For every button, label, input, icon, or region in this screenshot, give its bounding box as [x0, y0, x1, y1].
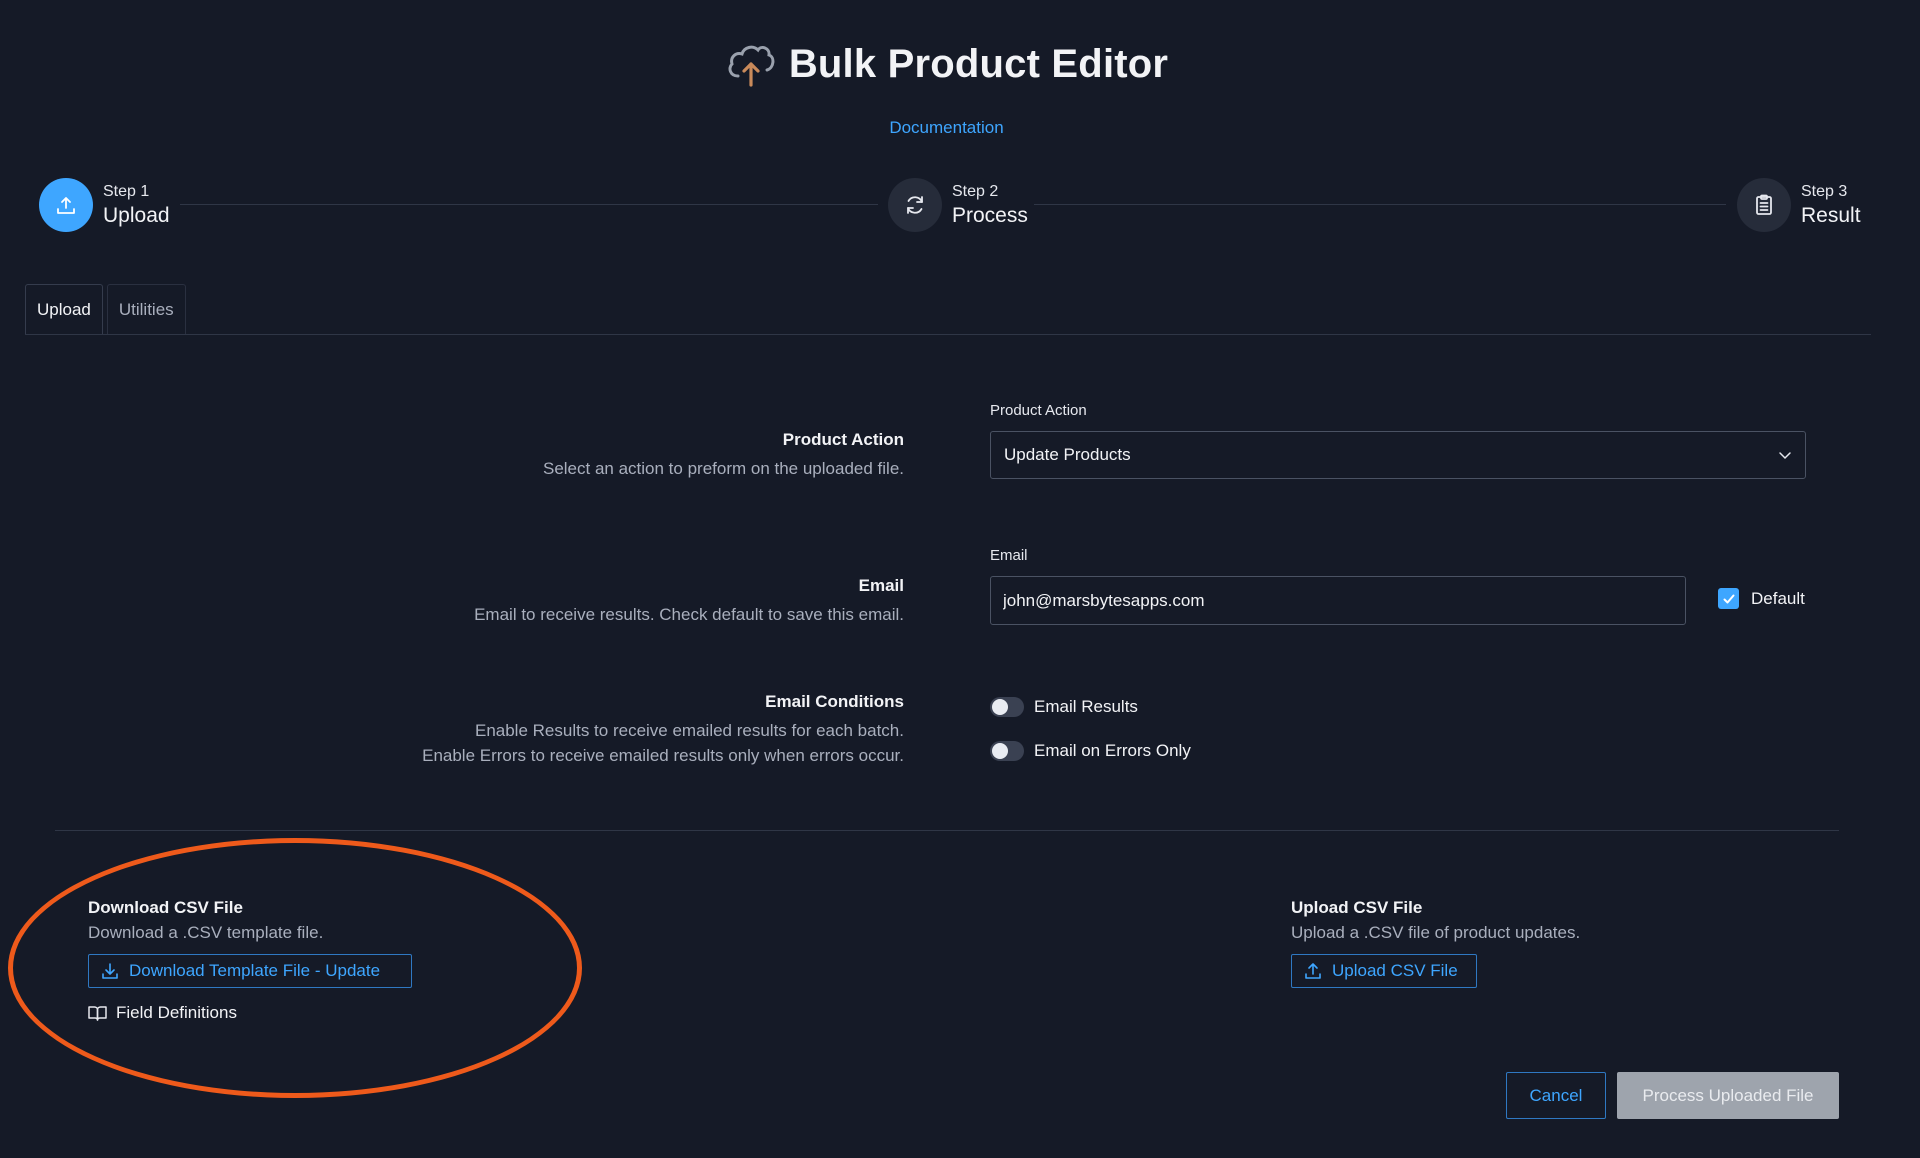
tab-bar: Upload Utilities	[25, 284, 190, 334]
upload-csv-title: Upload CSV File	[1291, 898, 1423, 917]
section-divider	[55, 830, 1839, 831]
step-name: Result	[1801, 204, 1861, 228]
check-icon	[1723, 594, 1734, 603]
email-field[interactable]	[990, 576, 1686, 625]
step-process: Step 2 Process	[888, 178, 1028, 232]
field-definitions-label: Field Definitions	[116, 1003, 237, 1022]
step-upload-circle	[39, 178, 93, 232]
upload-icon	[1305, 963, 1321, 979]
download-icon	[102, 963, 118, 979]
checkbox-checked[interactable]	[1718, 588, 1739, 609]
step-result: Step 3 Result	[1737, 178, 1861, 232]
upload-csv-label: Upload CSV File	[1332, 961, 1458, 980]
email-conditions-desc-line: Enable Errors to receive emailed results…	[422, 746, 904, 765]
email-description: Email to receive results. Check default …	[474, 605, 904, 624]
tabs-divider	[25, 334, 1871, 335]
field-definitions-link[interactable]: Field Definitions	[88, 1003, 237, 1023]
default-checkbox-label: Default	[1751, 588, 1805, 608]
step-process-circle	[888, 178, 942, 232]
email-results-toggle[interactable]: Email Results	[990, 697, 1138, 717]
product-action-label: Product Action	[782, 430, 904, 449]
download-csv-title: Download CSV File	[88, 898, 243, 917]
download-template-button[interactable]: Download Template File - Update	[88, 954, 412, 988]
email-errors-label: Email on Errors Only	[1034, 741, 1191, 760]
step-name: Upload	[103, 204, 170, 228]
email-label-group: Email Email to receive results. Check de…	[474, 576, 904, 627]
stepper-line	[1034, 204, 1726, 205]
email-field-label: Email	[990, 547, 1028, 564]
step-number: Step 2	[952, 182, 999, 200]
process-uploaded-file-button[interactable]: Process Uploaded File	[1617, 1072, 1839, 1119]
product-action-field-label: Product Action	[990, 402, 1087, 419]
app-header: Bulk Product Editor	[0, 40, 1893, 88]
upload-csv-description: Upload a .CSV file of product updates.	[1291, 923, 1581, 942]
default-checkbox[interactable]: Default	[1718, 588, 1805, 609]
book-icon	[88, 1006, 107, 1021]
product-action-description: Select an action to preform on the uploa…	[542, 459, 904, 478]
download-template-label: Download Template File - Update	[129, 961, 381, 980]
cloud-upload-icon	[728, 45, 775, 87]
toggle-switch[interactable]	[990, 697, 1024, 717]
email-conditions-label: Email Conditions	[765, 692, 904, 711]
stepper-line	[180, 204, 878, 205]
page-title: Bulk Product Editor	[788, 41, 1169, 86]
email-conditions-desc-line: Enable Results to receive emailed result…	[474, 721, 904, 740]
documentation-link[interactable]: Documentation	[0, 118, 1893, 138]
step-name: Process	[952, 204, 1028, 228]
refresh-icon	[907, 196, 923, 214]
tab-utilities[interactable]: Utilities	[106, 284, 186, 334]
email-label: Email	[858, 576, 904, 595]
email-conditions-label-group: Email Conditions Enable Results to recei…	[422, 692, 904, 768]
email-conditions-description: Enable Results to receive emailed result…	[422, 718, 904, 768]
upload-csv-button[interactable]: Upload CSV File	[1291, 954, 1477, 988]
step-number: Step 1	[103, 182, 150, 200]
product-action-label-group: Product Action Select an action to prefo…	[543, 430, 904, 481]
upload-icon	[57, 197, 75, 214]
product-action-selected: Update Products	[1004, 445, 1131, 464]
cancel-button[interactable]: Cancel	[1506, 1072, 1606, 1119]
toggle-knob	[992, 699, 1008, 715]
email-errors-toggle[interactable]: Email on Errors Only	[990, 741, 1191, 761]
download-csv-description: Download a .CSV template file.	[88, 923, 324, 942]
toggle-switch[interactable]	[990, 741, 1024, 761]
step-number: Step 3	[1801, 182, 1848, 200]
tab-upload[interactable]: Upload	[25, 284, 103, 334]
toggle-knob	[992, 743, 1008, 759]
product-action-select[interactable]: Update Products	[990, 431, 1806, 479]
chevron-down-icon	[1779, 452, 1791, 460]
step-result-circle	[1737, 178, 1791, 232]
step-upload: Step 1 Upload	[39, 178, 170, 232]
clipboard-icon	[1756, 194, 1772, 215]
email-results-label: Email Results	[1034, 697, 1138, 716]
